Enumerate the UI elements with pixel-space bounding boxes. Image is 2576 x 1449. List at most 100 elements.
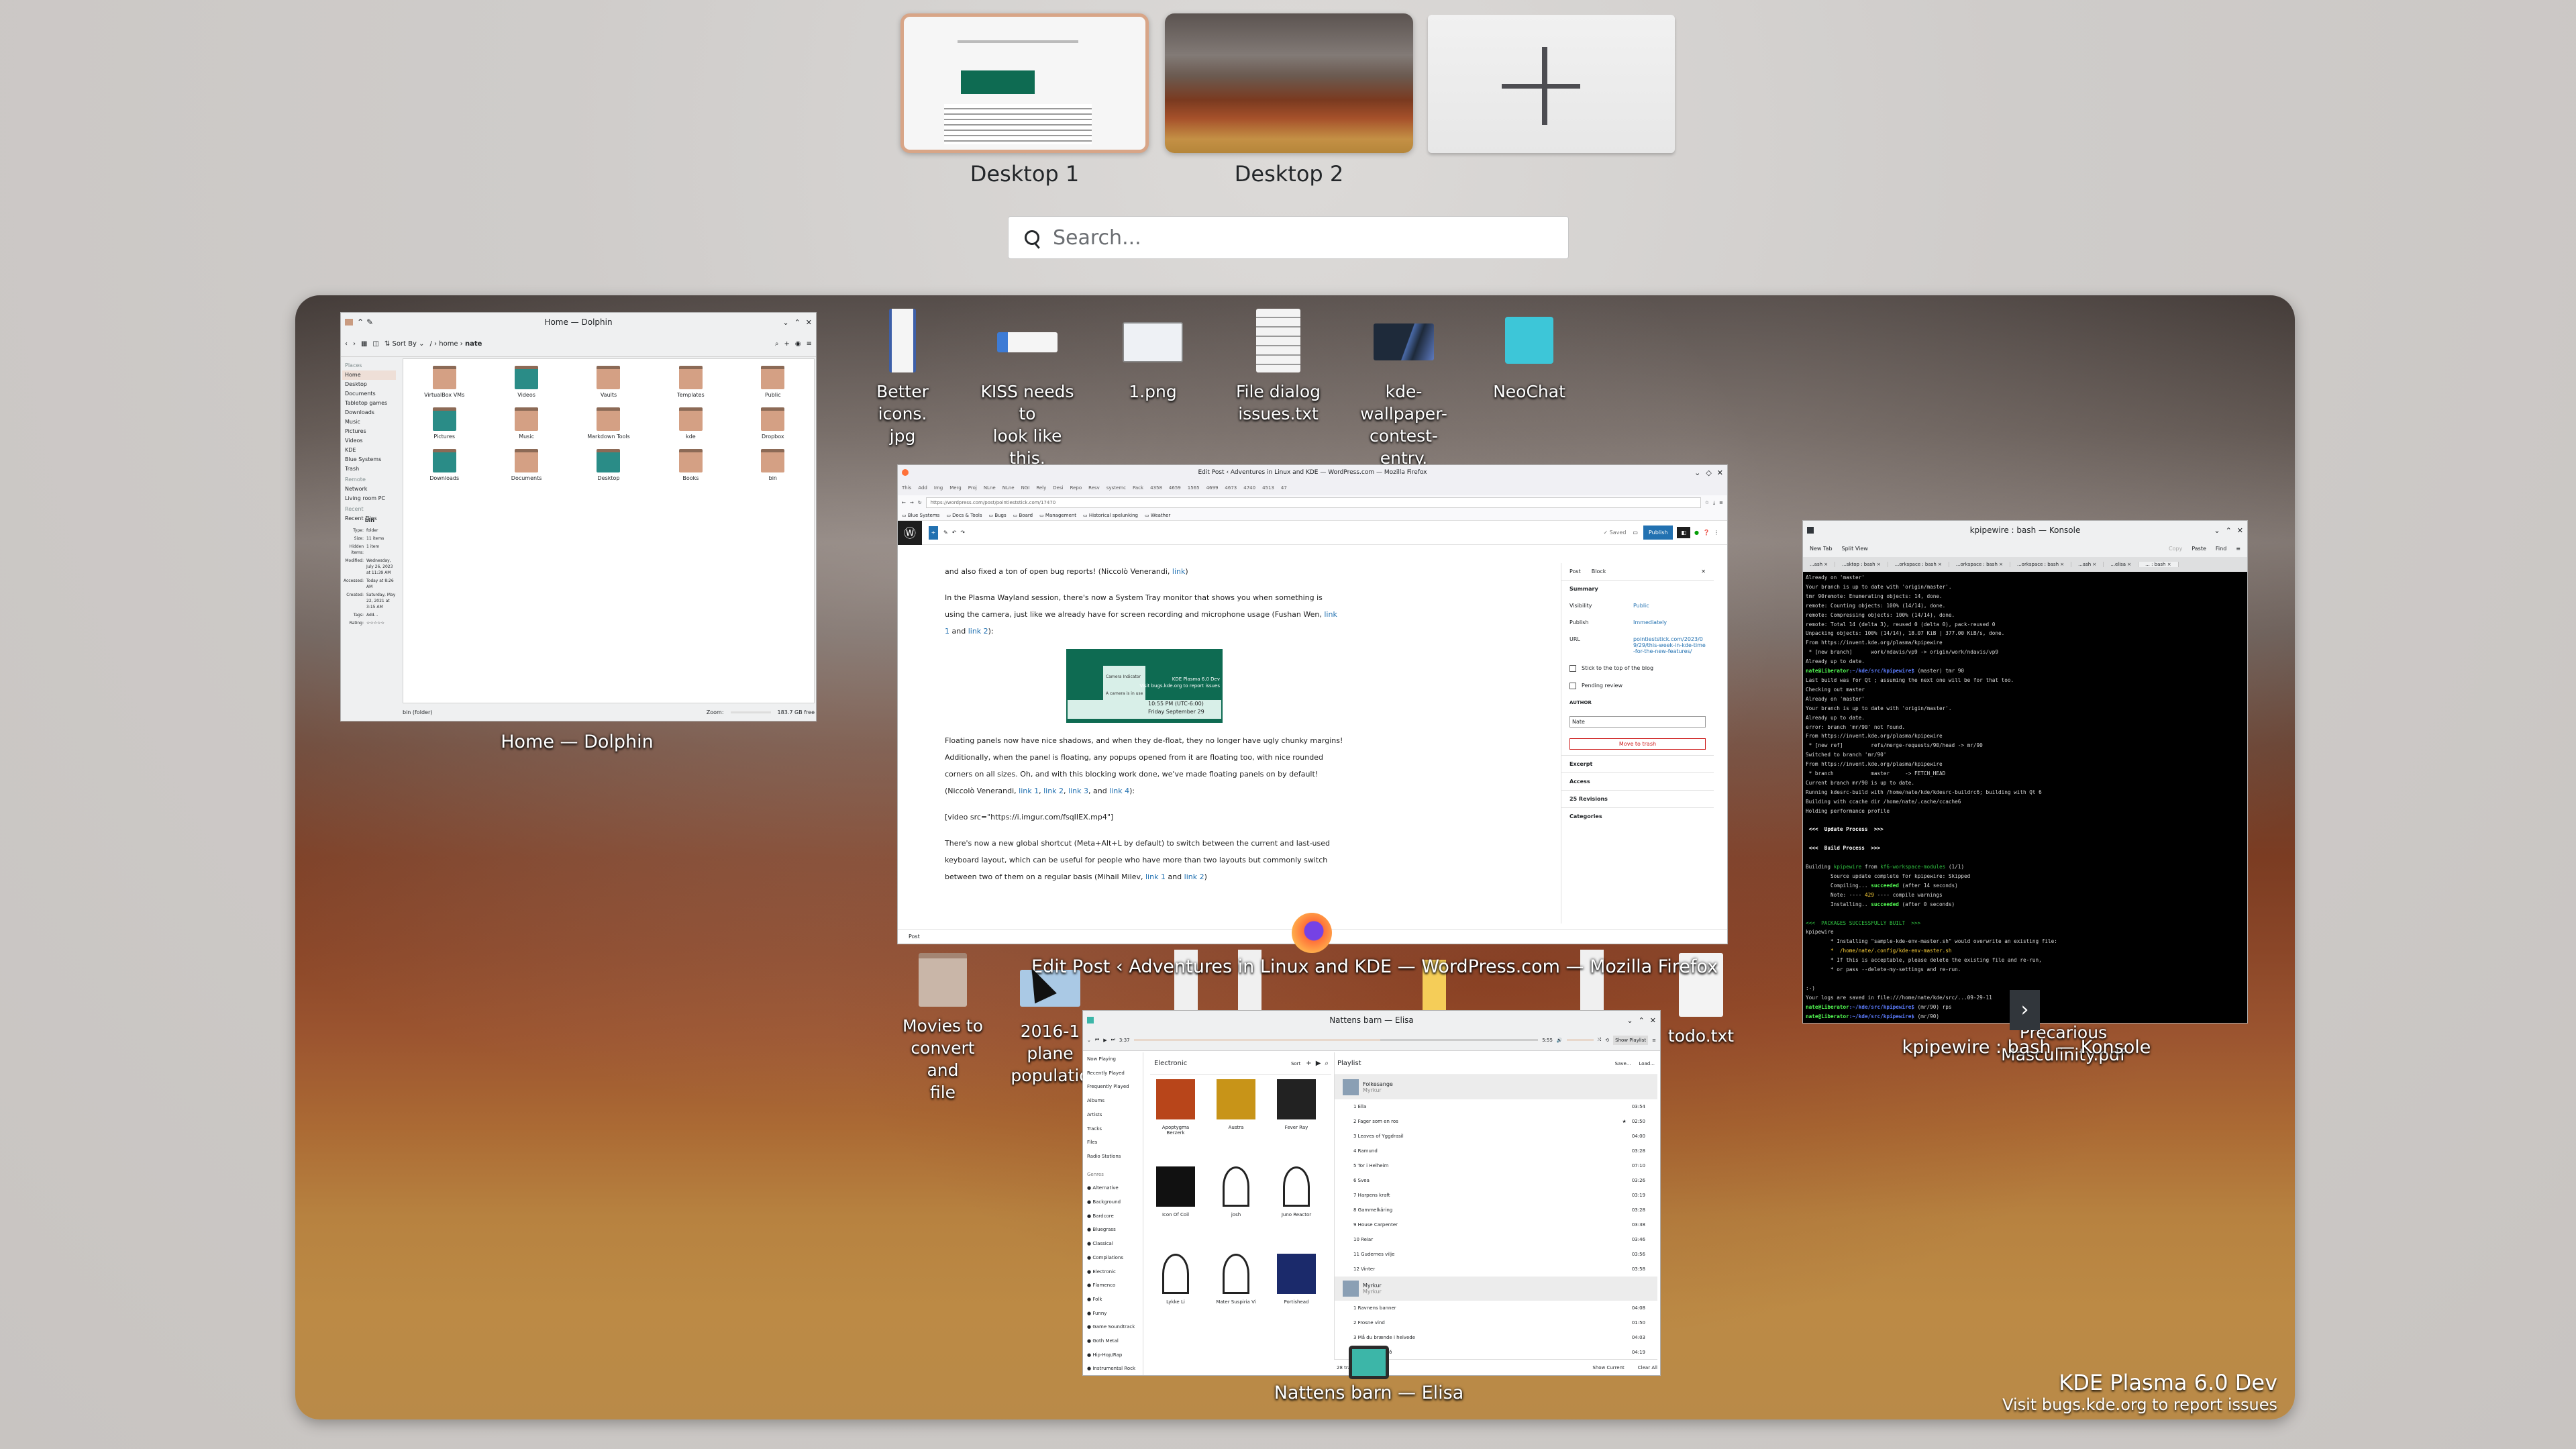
terminal-tab[interactable]: ...orkspace : bash × [1949, 562, 2010, 567]
playlist-track[interactable]: 7 Harpens kraft 03:19 [1335, 1188, 1657, 1203]
terminal-tab[interactable]: ...sktop : bash × [1835, 562, 1888, 567]
browser-tab[interactable]: 4699 [1206, 485, 1219, 491]
move-to-trash-button[interactable]: Move to trash [1561, 733, 1714, 755]
genre-item[interactable]: ● Flamenco [1087, 1279, 1143, 1293]
save-playlist-button[interactable]: Save... [1615, 1061, 1631, 1066]
browser-tab[interactable]: Img [934, 485, 943, 491]
browser-tab[interactable]: 47 [1281, 485, 1287, 491]
file-item[interactable]: Desktop [568, 448, 650, 489]
places-item-pictures[interactable]: Pictures [342, 427, 396, 436]
more-options-icon[interactable]: ⋮ [1714, 530, 1719, 536]
browser-tab[interactable]: Merg [949, 485, 962, 491]
play-all-icon[interactable]: ▶ [1316, 1060, 1321, 1067]
desktop-icon-movies[interactable]: Movies to convert and file [892, 953, 993, 1103]
playlist-track[interactable]: 2 Fager som en ros ★ 02:50 [1335, 1114, 1657, 1129]
file-item[interactable]: Pictures [403, 406, 485, 448]
playlist-track[interactable]: 11 Gudernes vilje 03:56 [1335, 1247, 1657, 1262]
file-item[interactable]: VirtualBox VMs [403, 364, 485, 406]
playlist-track[interactable]: 2 Frosne vind 01:50 [1335, 1315, 1657, 1330]
sidebar-section[interactable]: 25 Revisions [1561, 790, 1714, 807]
post-link[interactable]: link 2 [968, 627, 988, 636]
sidebar-section[interactable]: Excerpt [1561, 755, 1714, 772]
terminal-tab[interactable]: ...orkspace : bash × [1888, 562, 1949, 567]
nav-item[interactable]: Recently Played [1087, 1066, 1143, 1081]
load-playlist-button[interactable]: Load... [1639, 1061, 1655, 1066]
genre-item[interactable]: ● Compilations [1087, 1251, 1143, 1265]
title-bar[interactable]: ⌃ ✎ Home — Dolphin ⌄ ⌃ ✕ [341, 313, 816, 332]
pending-review-checkbox[interactable]: Pending review [1561, 677, 1714, 695]
next-page-button[interactable]: › [2010, 990, 2040, 1030]
file-item[interactable]: Dropbox [732, 406, 814, 448]
seek-slider[interactable] [1133, 1039, 1539, 1041]
terminal-output[interactable]: Already on 'master' Your branch is up to… [1803, 572, 2247, 1023]
places-item-downloads[interactable]: Downloads [342, 408, 396, 417]
genre-item[interactable]: ● Funny [1087, 1307, 1143, 1321]
redo-icon[interactable]: ↷ [960, 530, 965, 536]
post-link[interactable]: link 2 [1184, 872, 1204, 881]
album-item[interactable]: Fever Ray [1276, 1079, 1317, 1130]
browser-tab[interactable]: Resv [1088, 485, 1100, 491]
add-desktop-button[interactable] [1428, 15, 1675, 153]
terminal-tab[interactable]: ...ash × [1803, 562, 1836, 567]
next-track-button[interactable]: ⏭ [1111, 1037, 1115, 1043]
genre-item[interactable]: ● Classical [1087, 1237, 1143, 1251]
bookmark-item[interactable]: ▭ Historical spelunking [1083, 513, 1138, 518]
nav-item[interactable]: Artists [1087, 1108, 1143, 1122]
post-paragraph[interactable]: [video src="https://i.imgur.com/fsqIIEX.… [945, 809, 1344, 826]
nav-item[interactable]: Albums [1087, 1094, 1143, 1108]
forward-icon[interactable]: → [910, 500, 914, 505]
terminal-tab[interactable]: ... : bash × [2139, 562, 2179, 567]
previous-track-button[interactable]: ⏮ [1095, 1037, 1099, 1043]
nav-item[interactable]: Files [1087, 1136, 1143, 1150]
split-view-icon[interactable]: ◫ [372, 340, 378, 348]
album-group-header[interactable]: Folkesange Myrkur [1335, 1075, 1657, 1099]
playlist-track[interactable]: 9 House Carpenter 03:38 [1335, 1217, 1657, 1232]
genre-item[interactable]: ● Hip-Hop/Rap [1087, 1348, 1143, 1362]
places-item-desktop[interactable]: Desktop [342, 380, 396, 389]
menu-icon[interactable]: ≡ [2236, 546, 2240, 552]
tab-post[interactable]: Post [1569, 568, 1581, 574]
back-icon[interactable]: ‹ [345, 340, 348, 348]
album-item[interactable]: Icon Of Coil [1155, 1166, 1196, 1217]
post-paragraph[interactable]: Floating panels now have nice shadows, a… [945, 732, 1344, 799]
post-link[interactable]: link 2 [1043, 787, 1064, 795]
places-item-music[interactable]: Music [342, 417, 396, 427]
new-icon[interactable]: + [784, 340, 789, 348]
playlist-track[interactable]: 5 Tor i Helheim 07:10 [1335, 1158, 1657, 1173]
post-paragraph[interactable]: In the Plasma Wayland session, there's n… [945, 589, 1344, 640]
bookmark-item[interactable]: ▭ Board [1013, 513, 1033, 518]
post-link[interactable]: link 3 [1068, 787, 1088, 795]
elisa-window[interactable]: Nattens barn — Elisa ⌄ ⌃ ✕ ⌄ ⏮ ▶ ⏭ 3:37 5:… [1082, 1010, 1661, 1376]
file-item[interactable]: Public [732, 364, 814, 406]
album-item[interactable]: Mater Suspiria Vi [1216, 1254, 1256, 1305]
close-icon[interactable]: ✕ [1701, 568, 1706, 574]
clear-all-button[interactable]: Clear All [1638, 1365, 1657, 1370]
playlist-track[interactable]: 10 Reiar 03:46 [1335, 1232, 1657, 1247]
places-item-kde[interactable]: KDE [342, 446, 396, 455]
browser-tab[interactable]: 4740 [1243, 485, 1255, 491]
new-tab-button[interactable]: New Tab [1810, 546, 1833, 552]
sticky-checkbox[interactable]: Stick to the top of the blog [1561, 660, 1714, 677]
album-item[interactable]: Lykke Li [1155, 1254, 1196, 1305]
file-item[interactable]: kde [650, 406, 731, 448]
wordpress-logo-icon[interactable]: Ⓦ [898, 520, 922, 545]
album-group-header[interactable]: Myrkur Myrkur [1335, 1277, 1657, 1301]
publish-button[interactable]: Publish [1643, 526, 1673, 540]
file-item[interactable]: bin [732, 448, 814, 489]
browser-tab[interactable]: Proj [968, 485, 977, 491]
firefox-window[interactable]: Edit Post ‹ Adventures in Linux and KDE … [897, 464, 1728, 944]
summary-value[interactable]: pointieststick.com/2023/09/29/this-week-… [1633, 636, 1706, 654]
places-item-trash[interactable]: Trash [342, 464, 396, 474]
paste-button[interactable]: Paste [2192, 546, 2206, 552]
places-item-network[interactable]: Network [342, 485, 396, 494]
desktop-icon-1-png[interactable]: 1.png [1102, 309, 1203, 403]
playlist-track[interactable]: 1 Ella 03:54 [1335, 1099, 1657, 1114]
repeat-icon[interactable]: ⟲ [1605, 1038, 1609, 1043]
title-bar[interactable]: kpipewire : bash — Konsole ⌄ ⌃ ✕ [1803, 521, 2247, 540]
file-item[interactable]: Downloads [403, 448, 485, 489]
menu-icon[interactable]: ≡ [1652, 1038, 1656, 1043]
info-value[interactable]: Add... [366, 612, 396, 618]
nav-item[interactable]: Radio Stations [1087, 1150, 1143, 1164]
places-item-tabletop[interactable]: Tabletop games [342, 399, 396, 408]
browser-tab[interactable]: 4659 [1169, 485, 1181, 491]
